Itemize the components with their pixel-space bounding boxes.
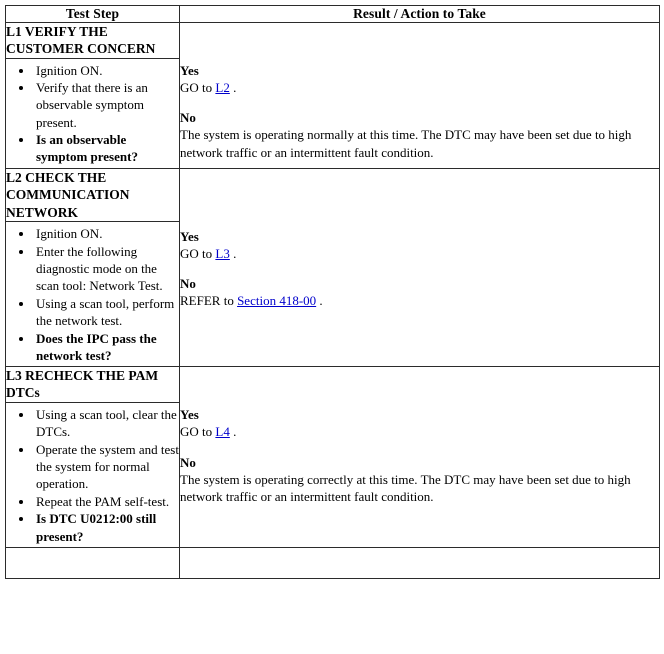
- column-header-result-action: Result / Action to Take: [179, 5, 660, 23]
- result-yes-suffix-l1: .: [229, 79, 237, 95]
- result-no-prefix-l2: REFER to: [180, 293, 238, 309]
- result-yes-action-l1: GO to L2 .: [180, 79, 659, 96]
- result-gap-l3: [180, 441, 659, 454]
- result-cell-l2: Yes GO to L3 . No REFER to Section 418-0…: [179, 167, 660, 367]
- step-body-l1: Ignition ON. Verify that there is an obs…: [5, 57, 180, 169]
- list-item: Verify that there is an observable sympt…: [34, 79, 179, 130]
- result-yes-label-l3: Yes: [180, 406, 199, 422]
- list-item: Enter the following diagnostic mode on t…: [34, 243, 179, 294]
- result-yes-prefix-l1: GO to: [180, 79, 216, 95]
- step-bullet-list-l2: Ignition ON. Enter the following diagnos…: [6, 225, 179, 364]
- result-yes-suffix-l3: .: [229, 424, 237, 440]
- list-item: Does the IPC pass the network test?: [34, 330, 179, 364]
- pinpoint-test-table: Test Step Result / Action to Take L1 VER…: [5, 5, 660, 579]
- step-title-next: [5, 546, 180, 579]
- result-cell-next: [179, 546, 660, 579]
- step-title-row-l1: L1 VERIFY THE CUSTOMER CONCERN Yes GO to…: [5, 21, 660, 169]
- list-item: Operate the system and test the system f…: [34, 441, 179, 492]
- result-cell-l1: Yes GO to L2 . No The system is operatin…: [179, 21, 660, 169]
- list-item: Ignition ON.: [34, 225, 179, 242]
- result-no-label-l3: No: [180, 454, 196, 470]
- list-item: Using a scan tool, clear the DTCs.: [34, 406, 179, 440]
- result-no-link-l2[interactable]: Section 418-00: [237, 293, 316, 308]
- step-bullet-list-l1: Ignition ON. Verify that there is an obs…: [6, 62, 179, 166]
- result-yes-link-l2[interactable]: L3: [215, 246, 229, 261]
- list-item: Repeat the PAM self-test.: [34, 493, 179, 510]
- result-yes-prefix-l2: GO to: [180, 245, 216, 261]
- step-title-l1: L1 VERIFY THE CUSTOMER CONCERN: [5, 21, 180, 59]
- table-body: L1 VERIFY THE CUSTOMER CONCERN Yes GO to…: [5, 21, 660, 579]
- list-item: Using a scan tool, perform the network t…: [34, 295, 179, 329]
- step-body-l3: Using a scan tool, clear the DTCs. Opera…: [5, 402, 180, 548]
- list-item: Is DTC U0212:00 still present?: [34, 510, 179, 544]
- result-yes-suffix-l2: .: [229, 245, 237, 261]
- result-yes-action-l3: GO to L4 .: [180, 423, 659, 440]
- result-yes-prefix-l3: GO to: [180, 424, 216, 440]
- result-yes-label-l2: Yes: [180, 228, 199, 244]
- result-no-action-l2: REFER to Section 418-00 .: [180, 292, 659, 309]
- result-cell-l3: Yes GO to L4 . No The system is operatin…: [179, 365, 660, 548]
- step-title-row-next-partial: [5, 546, 660, 579]
- pinpoint-test-page: Test Step Result / Action to Take L1 VER…: [0, 0, 664, 654]
- column-header-test-step: Test Step: [5, 5, 180, 23]
- result-no-text-l3: The system is operating correctly at thi…: [180, 471, 631, 505]
- step-bullet-list-l3: Using a scan tool, clear the DTCs. Opera…: [6, 406, 179, 545]
- result-gap-l2: [180, 262, 659, 275]
- result-gap-l1: [180, 96, 659, 109]
- result-yes-action-l2: GO to L3 .: [180, 245, 659, 262]
- table-head: Test Step Result / Action to Take: [5, 5, 660, 23]
- step-title-l2: L2 CHECK THE COMMUNICATION NETWORK: [5, 167, 180, 223]
- result-no-suffix-l2: .: [316, 293, 323, 309]
- step-title-l3: L3 RECHECK THE PAM DTCs: [5, 365, 180, 404]
- result-no-text-l1: The system is operating normally at this…: [180, 127, 632, 160]
- step-title-row-l2: L2 CHECK THE COMMUNICATION NETWORK Yes G…: [5, 167, 660, 367]
- result-yes-link-l1[interactable]: L2: [215, 80, 229, 95]
- table-header-row: Test Step Result / Action to Take: [5, 5, 660, 23]
- list-item: Ignition ON.: [34, 62, 179, 79]
- step-title-row-l3: L3 RECHECK THE PAM DTCs Yes GO to L4 . N…: [5, 365, 660, 548]
- result-yes-link-l3[interactable]: L4: [215, 424, 229, 439]
- step-body-l2: Ignition ON. Enter the following diagnos…: [5, 221, 180, 367]
- result-yes-label-l1: Yes: [180, 62, 199, 78]
- result-no-label-l1: No: [180, 110, 196, 126]
- list-item: Is an observable symptom present?: [34, 131, 179, 165]
- result-no-label-l2: No: [180, 276, 196, 292]
